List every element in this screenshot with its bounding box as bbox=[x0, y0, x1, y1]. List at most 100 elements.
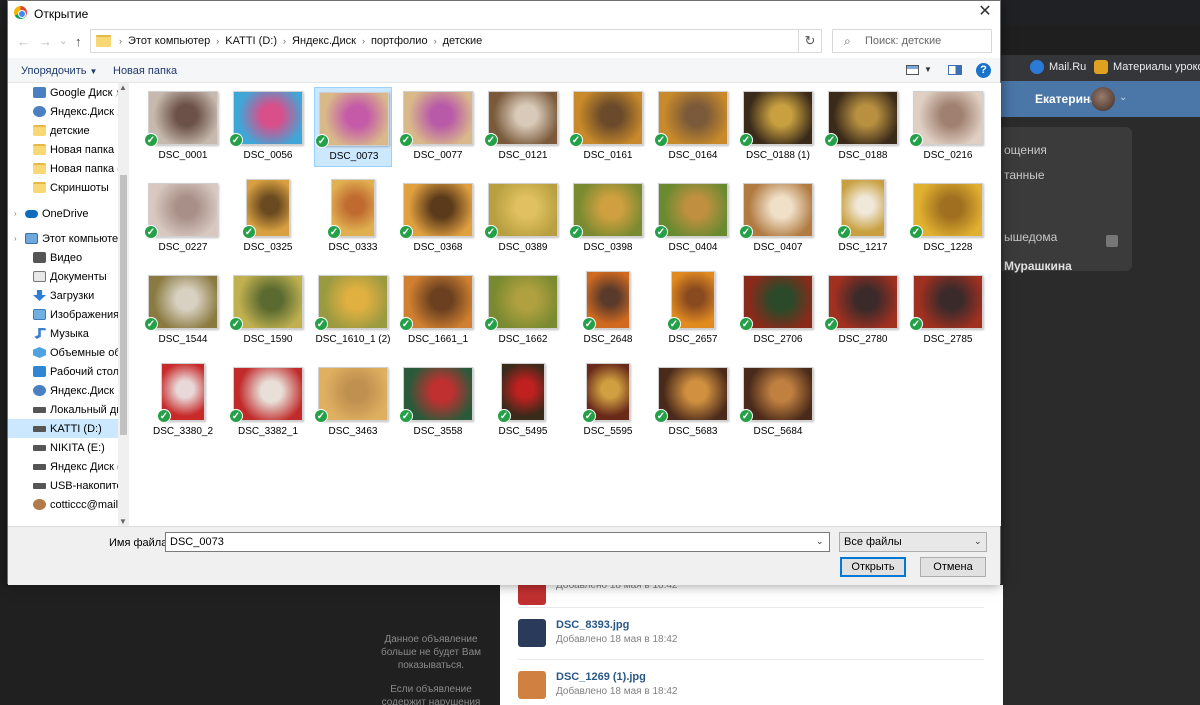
file-tile[interactable]: ✓ DSC_5595 bbox=[569, 363, 647, 443]
sidebar-item[interactable]: Яндекс Диск (F:) bbox=[8, 457, 118, 476]
sidebar-item[interactable]: Видео bbox=[8, 248, 118, 267]
breadcrumb-item[interactable]: Яндекс.Диск bbox=[292, 35, 356, 47]
help-button[interactable]: ? bbox=[976, 63, 991, 78]
sidebar-item[interactable]: Новая папка (3) bbox=[8, 159, 118, 178]
sidebar-item[interactable]: Яндекс.Диск📌 bbox=[8, 102, 118, 121]
file-tile[interactable]: ✓ DSC_0056 bbox=[229, 87, 307, 167]
sidebar-item[interactable]: Яндекс.Диск bbox=[8, 381, 118, 400]
close-button[interactable]: ✕ bbox=[976, 3, 994, 21]
file-tile[interactable]: ✓ DSC_0216 bbox=[909, 87, 987, 167]
chevron-right-icon[interactable]: › bbox=[216, 36, 219, 47]
avatar[interactable] bbox=[1091, 87, 1115, 111]
bookmark-mailru[interactable]: Mail.Ru bbox=[1030, 60, 1086, 74]
open-button[interactable]: Открыть bbox=[840, 557, 906, 577]
sidebar-item[interactable]: Этот компьютер bbox=[8, 229, 118, 248]
forward-button[interactable]: → bbox=[39, 34, 52, 49]
sidebar-item[interactable]: Скриншоты bbox=[8, 178, 118, 197]
expand-chevron-icon[interactable]: › bbox=[14, 209, 17, 218]
file-tile[interactable]: ✓ DSC_0001 bbox=[144, 87, 222, 167]
file-tile[interactable]: ✓ DSC_5684 bbox=[739, 363, 817, 443]
file-tile[interactable]: ✓ DSC_0077 bbox=[399, 87, 477, 167]
file-title[interactable]: DSC_1269 (1).jpg bbox=[556, 671, 678, 683]
bookmark-lessons[interactable]: Материалы уроко... bbox=[1094, 60, 1200, 74]
vk-menu-item[interactable]: ышедома bbox=[1004, 230, 1057, 244]
new-folder-button[interactable]: Новая папка bbox=[113, 65, 177, 77]
view-options-icon[interactable] bbox=[906, 65, 919, 75]
refresh-button[interactable]: ↻ bbox=[798, 29, 822, 53]
file-title[interactable]: DSC_8393.jpg bbox=[556, 619, 678, 631]
chevron-right-icon[interactable]: › bbox=[362, 36, 365, 47]
breadcrumb-item[interactable]: детские bbox=[443, 35, 483, 47]
sidebar-item[interactable]: Изображения bbox=[8, 305, 118, 324]
search-input[interactable]: ⌕ Поиск: детские bbox=[832, 29, 992, 53]
address-bar[interactable]: › Этот компьютер › KATTI (D:) › Яндекс.Д… bbox=[90, 29, 821, 53]
recent-locations-button[interactable]: ⌄ bbox=[59, 36, 67, 47]
sidebar-item[interactable]: Документы bbox=[8, 267, 118, 286]
chevron-right-icon[interactable]: › bbox=[434, 36, 437, 47]
file-tile[interactable]: ✓ DSC_2785 bbox=[909, 271, 987, 351]
sidebar-item[interactable]: OneDrive bbox=[8, 204, 118, 223]
breadcrumb-item[interactable]: KATTI (D:) bbox=[225, 35, 277, 47]
list-item[interactable]: DSC_1269 (1).jpg Добавлено 18 мая в 18:42 bbox=[518, 671, 678, 699]
chevron-down-icon[interactable]: ⌄ bbox=[1119, 92, 1127, 103]
chevron-down-icon[interactable]: ⌄ bbox=[974, 536, 982, 547]
sidebar-item[interactable]: NIKITA (E:) bbox=[8, 438, 118, 457]
file-type-select[interactable]: Все файлы bbox=[839, 532, 987, 552]
file-tile[interactable]: ✓ DSC_0188 (1) bbox=[739, 87, 817, 167]
file-tile[interactable]: ✓ DSC_1661_1 bbox=[399, 271, 477, 351]
file-tile[interactable]: ✓ DSC_0188 bbox=[824, 87, 902, 167]
filename-input[interactable]: DSC_0073 bbox=[165, 532, 830, 552]
file-tile[interactable]: ✓ DSC_3463 bbox=[314, 363, 392, 443]
breadcrumb-item[interactable]: портфолио bbox=[371, 35, 428, 47]
file-tile[interactable]: ✓ DSC_0398 bbox=[569, 179, 647, 259]
vk-profile-name[interactable]: Мурашкина bbox=[1004, 259, 1072, 273]
sidebar-item[interactable]: Google Диск📌 bbox=[8, 83, 118, 102]
file-tile[interactable]: ✓ DSC_3380_2 bbox=[144, 363, 222, 443]
file-tile[interactable]: ✓ DSC_0404 bbox=[654, 179, 732, 259]
file-tile[interactable]: ✓ DSC_5495 bbox=[484, 363, 562, 443]
file-tile[interactable]: ✓ DSC_0164 bbox=[654, 87, 732, 167]
expand-chevron-icon[interactable]: › bbox=[14, 234, 17, 243]
cancel-button[interactable]: Отмена bbox=[920, 557, 986, 577]
organize-button[interactable]: Упорядочить ▼ bbox=[21, 65, 97, 77]
file-tile[interactable]: ✓ DSC_1217 bbox=[824, 179, 902, 259]
file-tile[interactable]: ✓ DSC_2657 bbox=[654, 271, 732, 351]
back-button[interactable]: ← bbox=[17, 34, 30, 49]
file-tile[interactable]: ✓ DSC_1228 bbox=[909, 179, 987, 259]
file-tile[interactable]: ✓ DSC_0333 bbox=[314, 179, 392, 259]
vk-menu-item[interactable]: танные bbox=[1004, 168, 1045, 182]
file-tile[interactable]: ✓ DSC_0389 bbox=[484, 179, 562, 259]
sidebar-item[interactable]: Объемные объ bbox=[8, 343, 118, 362]
file-tile[interactable]: ✓ DSC_2780 bbox=[824, 271, 902, 351]
sidebar-item[interactable]: детские bbox=[8, 121, 118, 140]
breadcrumb-item[interactable]: Этот компьютер bbox=[128, 35, 210, 47]
file-tile[interactable]: ✓ DSC_0121 bbox=[484, 87, 562, 167]
scrollbar-thumb[interactable] bbox=[120, 175, 127, 435]
file-tile[interactable]: ✓ DSC_0325 bbox=[229, 179, 307, 259]
file-tile[interactable]: ✓ DSC_1544 bbox=[144, 271, 222, 351]
scroll-down-icon[interactable]: ▼ bbox=[119, 517, 127, 526]
file-tile[interactable]: ✓ DSC_3382_1 bbox=[229, 363, 307, 443]
vk-username[interactable]: Екатерина bbox=[1035, 92, 1097, 106]
chevron-right-icon[interactable]: › bbox=[283, 36, 286, 47]
sidebar-item[interactable]: Локальный дис bbox=[8, 400, 118, 419]
file-tile[interactable]: ✓ DSC_5683 bbox=[654, 363, 732, 443]
vk-menu-item[interactable]: ощения bbox=[1004, 143, 1047, 157]
file-tile[interactable]: ✓ DSC_0161 bbox=[569, 87, 647, 167]
file-tile[interactable]: ✓ DSC_0227 bbox=[144, 179, 222, 259]
caret-down-icon[interactable]: ▼ bbox=[924, 65, 932, 74]
navigation-scrollbar[interactable]: ▲ ▼ bbox=[118, 83, 129, 526]
sidebar-item[interactable]: Новая папка bbox=[8, 140, 118, 159]
sidebar-item[interactable]: cotticcc@mail.ru bbox=[8, 495, 118, 514]
up-button[interactable]: ↑ bbox=[75, 34, 82, 49]
file-tile[interactable]: ✓ DSC_2648 bbox=[569, 271, 647, 351]
sidebar-item[interactable]: Загрузки bbox=[8, 286, 118, 305]
file-tile[interactable]: ✓ DSC_1590 bbox=[229, 271, 307, 351]
preview-pane-icon[interactable] bbox=[948, 65, 962, 75]
file-tile[interactable]: ✓ DSC_2706 bbox=[739, 271, 817, 351]
file-tile[interactable]: ✓ DSC_0073 bbox=[314, 87, 392, 167]
file-tile[interactable]: ✓ DSC_3558 bbox=[399, 363, 477, 443]
scroll-up-icon[interactable]: ▲ bbox=[119, 83, 127, 92]
chevron-down-icon[interactable]: ⌄ bbox=[816, 536, 824, 547]
file-tile[interactable]: ✓ DSC_1662 bbox=[484, 271, 562, 351]
